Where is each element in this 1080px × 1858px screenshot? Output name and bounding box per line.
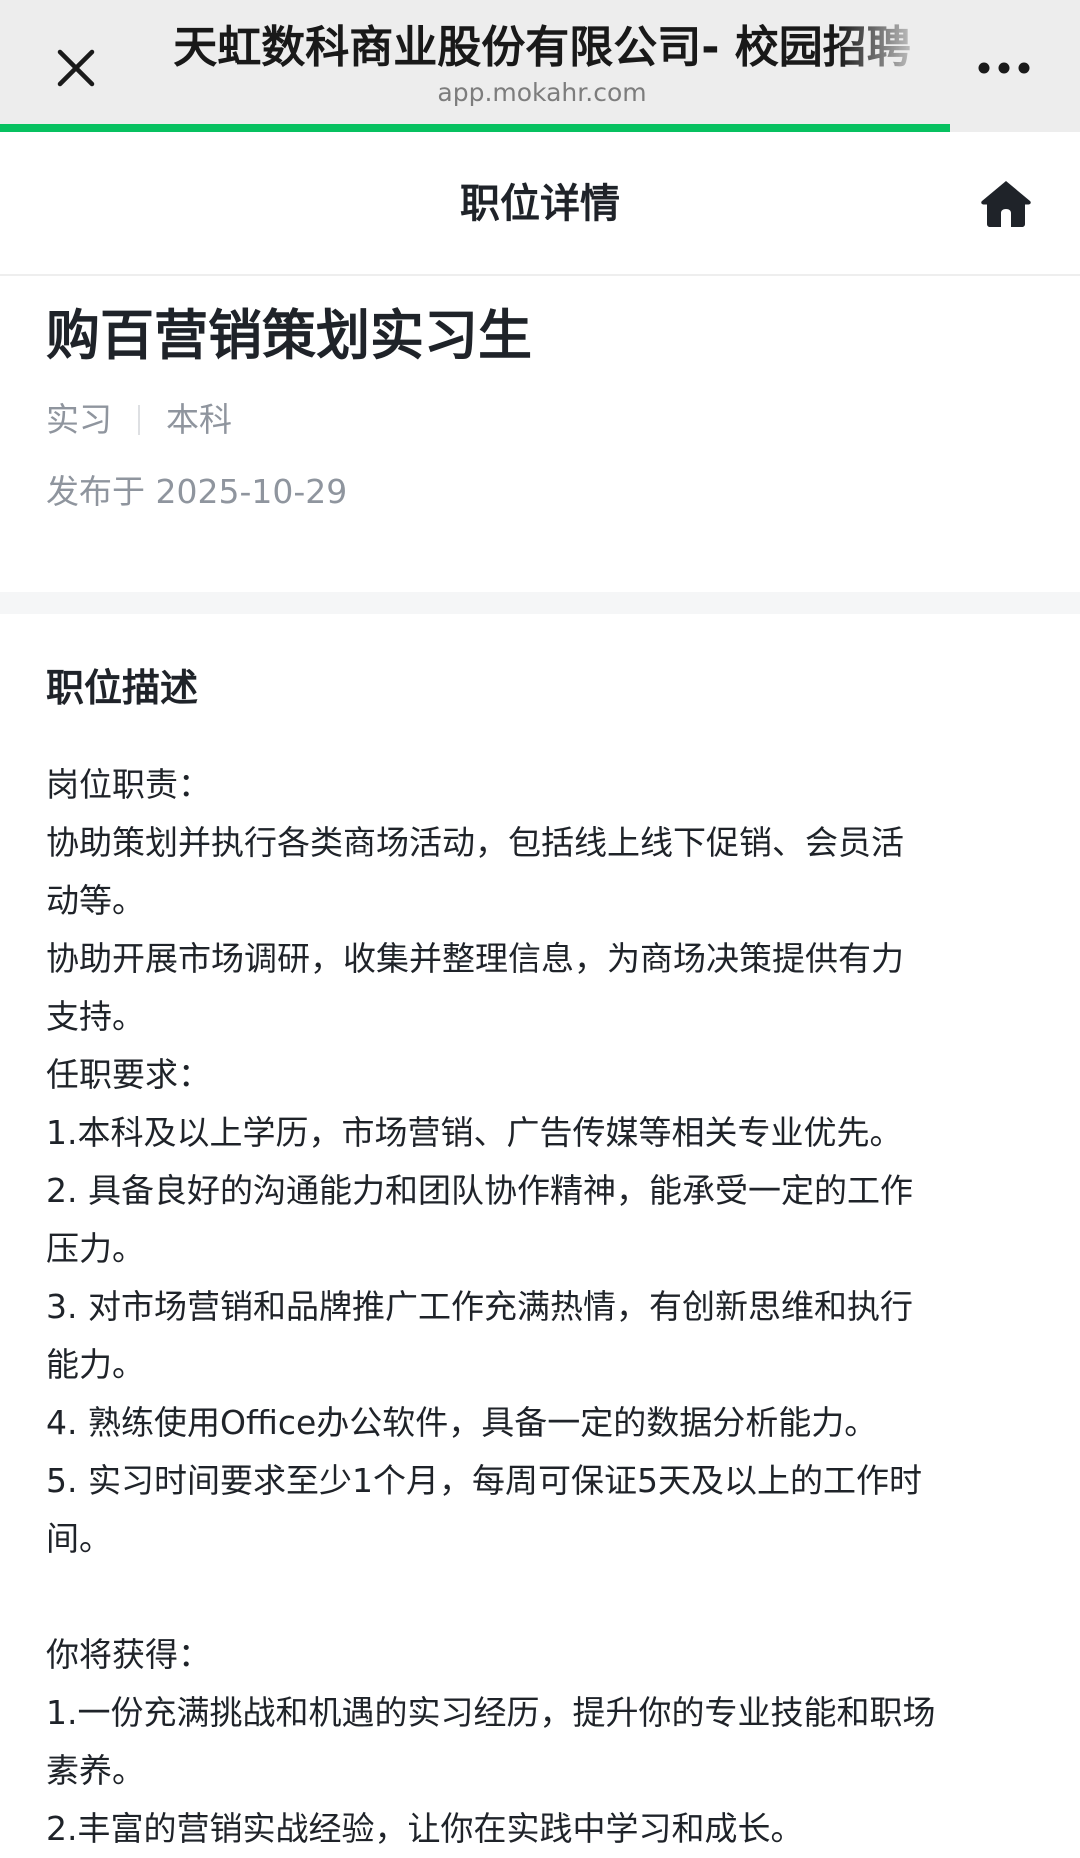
description-line: 2. 具备良好的沟通能力和团队协作精神，能承受一定的工作 [46,1171,913,1210]
app-header: 职位详情 [0,132,1080,276]
section-divider [0,592,1080,614]
browser-title-area: 天虹数科商业股份有限公司- 校园招聘 app.mokahr.com [152,20,932,110]
description-line: 间。 [46,1519,112,1558]
more-dots-icon [978,62,1030,74]
description-heading: 职位描述 [46,666,199,710]
job-description: 职位描述 岗位职责： 协助策划并执行各类商场活动，包括线上线下促销、会员活 动等。协… [46,660,1036,1858]
tag-divider [138,405,140,435]
job-tags: 实习 本科 [46,396,1036,444]
description-line: 1.一份充满挑战和机遇的实习经历，提升你的专业技能和职场 [46,1693,936,1732]
description-line: 协助策划并执行各类商场活动，包括线上线下促销、会员活 [46,823,904,862]
close-button[interactable] [44,36,108,100]
browser-top-bar: 天虹数科商业股份有限公司- 校园招聘 app.mokahr.com [0,0,1080,124]
job-title: 购百营销策划实习生 [46,304,532,367]
progress-fill [0,124,951,132]
more-options-button[interactable] [968,40,1040,96]
job-tag-education: 本科 [166,400,232,439]
page-load-progress [0,124,1080,132]
browser-page-title: 天虹数科商业股份有限公司- 校园招聘 [173,22,911,73]
description-line: 任职要求： [46,1055,211,1094]
job-summary: 购百营销策划实习生 实习 本科 发布于 2025-10-29 [46,296,1036,516]
description-body: 岗位职责： 协助策划并执行各类商场活动，包括线上线下促销、会员活 动等。协助开展市场… [46,756,1036,1858]
description-line [46,1568,1036,1626]
description-line: 1.本科及以上学历，市场营销、广告传媒等相关专业优先。 [46,1113,903,1152]
description-line: 协助开展市场调研，收集并整理信息，为商场决策提供有力 [46,939,904,978]
job-tag-type: 实习 [46,400,112,439]
description-line: 4. 熟练使用Office办公软件，具备一定的数据分析能力。 [46,1403,878,1442]
close-icon [57,49,95,87]
description-line: 素养。 [46,1751,145,1790]
description-line: 5. 实习时间要求至少1个月，每周可保证5天及以上的工作时 [46,1461,922,1500]
home-button[interactable] [978,176,1034,232]
browser-url: app.mokahr.com [437,78,647,107]
description-line: 能力。 [46,1345,145,1384]
description-line: 动等。 [46,881,145,920]
description-line: 岗位职责： [46,765,211,804]
description-line: 2.丰富的营销实战经验，让你在实践中学习和成长。 [46,1809,804,1848]
header-title: 职位详情 [460,181,620,227]
description-line: 3. 对市场营销和品牌推广工作充满热情，有创新思维和执行 [46,1287,913,1326]
home-icon [981,181,1031,227]
description-line: 压力。 [46,1229,145,1268]
description-line: 你将获得： [46,1635,211,1674]
description-line: 支持。 [46,997,145,1036]
job-publish-date: 发布于 2025-10-29 [46,472,348,511]
